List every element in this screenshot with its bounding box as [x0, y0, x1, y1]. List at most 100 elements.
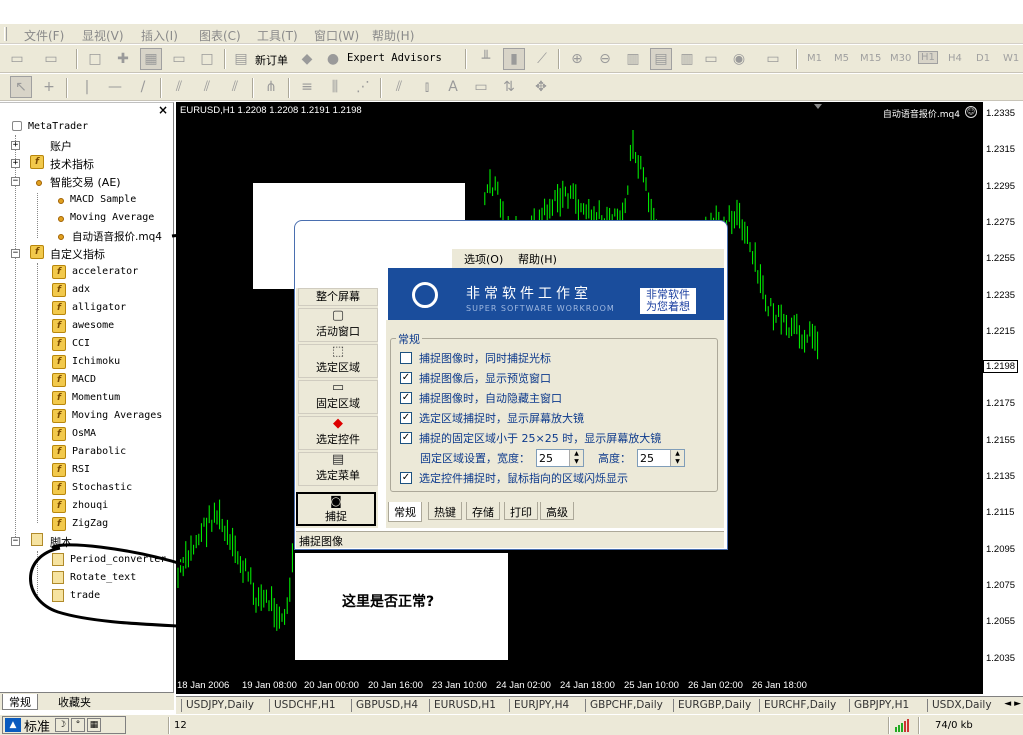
collapse-custom[interactable]: − [11, 249, 20, 258]
tree-expert-item[interactable]: MACD Sample [70, 194, 136, 205]
chart-tab[interactable]: GBPUSD,H4 [356, 699, 418, 711]
spinner-arrows-icon[interactable]: ▲ ▼ [569, 450, 583, 466]
tree-accounts[interactable]: 账户 [50, 138, 72, 154]
pitchfork-icon[interactable]: ⋔ [260, 76, 282, 98]
chart-tab[interactable]: GBPJPY,H1 [854, 699, 909, 711]
vertical-line-icon[interactable]: | [76, 76, 98, 98]
option-control-flash[interactable]: ✓ 选定控件捕捉时，鼠标指向的区域闪烁显示 [400, 470, 628, 486]
text-label-icon[interactable]: ▭ [470, 76, 492, 98]
tree-experts[interactable]: 智能交易 (AE) [50, 174, 121, 190]
new-chart-icon[interactable]: ▭ [6, 48, 28, 70]
fixed-region-button[interactable]: ▭ 固定区域 [298, 380, 378, 414]
tree-scripts[interactable]: 脚本 [50, 534, 72, 550]
tree-expert-item[interactable]: Moving Average [70, 212, 154, 223]
fibo-retracement-icon[interactable]: ≡ [296, 76, 318, 98]
tree-script-item[interactable]: Period_converter [70, 554, 166, 565]
tree-custom-item[interactable]: ZigZag [72, 518, 108, 529]
tree-custom-item[interactable]: OsMA [72, 428, 96, 439]
menu-charts[interactable]: 图表(C) [199, 27, 241, 44]
tree-root[interactable]: MetaTrader [28, 121, 88, 132]
expand-accounts[interactable]: + [11, 141, 20, 150]
bar-chart-icon[interactable]: ╨ [475, 48, 497, 70]
chart-tab[interactable]: GBPCHF,Daily [590, 699, 663, 711]
select-region-button[interactable]: ⬚ 选定区域 [298, 344, 378, 378]
chart-tab[interactable]: EURJPY,H4 [514, 699, 569, 711]
option-row[interactable]: ✓ 捕捉图像后，显示预览窗口 [400, 370, 551, 386]
collapse-scripts[interactable]: − [11, 537, 20, 546]
checkbox[interactable]: ✓ [400, 472, 412, 484]
tf-d1[interactable]: D1 [976, 53, 990, 64]
spinner-arrows-icon[interactable]: ▲ ▼ [670, 450, 684, 466]
fibo-fan-icon[interactable]: ⋰ [352, 76, 374, 98]
stddev-channel-icon[interactable]: ⫽ [224, 76, 246, 98]
tree-custom-item[interactable]: CCI [72, 338, 90, 349]
text-tool-icon[interactable]: A [442, 76, 464, 98]
tab-scroll-arrows[interactable]: ◄ ► [1004, 699, 1021, 709]
tf-m15[interactable]: M15 [860, 53, 881, 64]
ime-logo-icon[interactable]: ▲ [5, 718, 21, 732]
templates-icon[interactable]: ▭ [762, 48, 784, 70]
checkbox[interactable]: ✓ [400, 432, 412, 444]
menu-help[interactable]: 帮助(H) [372, 27, 414, 44]
crosshair-icon[interactable]: + [38, 76, 60, 98]
regression-channel-icon[interactable]: ⫽ [196, 76, 218, 98]
tile-windows-icon[interactable]: ▥ [622, 48, 644, 70]
settings-tab[interactable]: 打印 [504, 502, 538, 520]
capture-button[interactable]: ◙ 捕捉 [296, 492, 376, 526]
moon-icon[interactable]: ☽ [55, 718, 70, 732]
tree-custom-item[interactable]: alligator [72, 302, 126, 313]
menu-tools[interactable]: 工具(T) [257, 27, 298, 44]
tree-custom-item[interactable]: Moving Averages [72, 410, 162, 421]
punctuation-icon[interactable]: ° [71, 718, 86, 732]
gann-line-icon[interactable]: ⫽ [388, 76, 410, 98]
cursor-icon[interactable]: ↖ [10, 76, 32, 98]
tree-script-item[interactable]: trade [70, 590, 100, 601]
menu-view[interactable]: 显视(V) [82, 27, 124, 44]
chart-tab[interactable]: USDCHF,H1 [274, 699, 336, 711]
market-watch-icon[interactable]: □ [84, 48, 106, 70]
navigator-close-button[interactable]: × [158, 103, 168, 117]
zoom-out-icon[interactable]: ⊖ [594, 48, 616, 70]
menu-insert[interactable]: 插入(I) [141, 27, 178, 44]
chart-shift-marker[interactable] [814, 104, 822, 109]
settings-tab[interactable]: 高级 [540, 502, 574, 520]
chart-tab[interactable]: USDX,Daily [932, 699, 992, 711]
cycle-lines-icon[interactable]: ⫾ [416, 76, 438, 98]
menu-file[interactable]: 文件(F) [24, 27, 64, 44]
tree-custom-item[interactable]: MACD [72, 374, 96, 385]
expert-advisors-icon[interactable]: ● [322, 48, 344, 70]
equidistant-channel-icon[interactable]: ⫽ [168, 76, 190, 98]
tree-custom-item[interactable]: Parabolic [72, 446, 126, 457]
checkbox[interactable]: ✓ [400, 372, 412, 384]
collapse-experts[interactable]: − [11, 177, 20, 186]
tree-custom-item[interactable]: adx [72, 284, 90, 295]
chart-shift-icon[interactable]: ▥ [676, 48, 698, 70]
zoom-in-icon[interactable]: ⊕ [566, 48, 588, 70]
horizontal-line-icon[interactable]: — [104, 76, 126, 98]
tree-custom-item[interactable]: Stochastic [72, 482, 132, 493]
tab-favorites[interactable]: 收藏夹 [52, 694, 97, 710]
new-order-button[interactable]: 新订单 [255, 52, 288, 68]
select-control-button[interactable]: ◆ 选定控件 [298, 416, 378, 450]
tree-expert-item[interactable]: 自动语音报价.mq4 [72, 229, 162, 244]
chart-tab[interactable]: EURCHF,Daily [764, 699, 836, 711]
profiles-icon[interactable]: ▭ [40, 48, 62, 70]
tree-indicators[interactable]: 技术指标 [50, 156, 94, 172]
option-row[interactable]: 捕捉图像时，同时捕捉光标 [400, 350, 551, 366]
terminal-icon[interactable]: ▭ [168, 48, 190, 70]
tree-script-item[interactable]: Rotate_text [70, 572, 136, 583]
checkbox[interactable] [400, 352, 412, 364]
expert-advisors-button[interactable]: Expert Advisors [347, 52, 442, 64]
option-row[interactable]: ✓ 选定区域捕捉时，显示屏幕放大镜 [400, 410, 584, 426]
menu-window[interactable]: 窗口(W) [314, 27, 359, 44]
navigator-icon[interactable]: ▦ [140, 48, 162, 70]
new-order-icon[interactable]: ▤ [230, 48, 252, 70]
dialog-menu-options[interactable]: 选项(O) [464, 251, 503, 267]
option-row[interactable]: ✓ 捕捉图像时，自动隐藏主窗口 [400, 390, 562, 406]
option-row[interactable]: ✓ 捕捉的固定区域小于 25×25 时，显示屏幕放大镜 [400, 430, 661, 446]
tree-custom-item[interactable]: Ichimoku [72, 356, 120, 367]
chart-tab[interactable]: USDJPY,Daily [186, 699, 254, 711]
arrows-icon[interactable]: ⇅ [498, 76, 520, 98]
meta-editor-icon[interactable]: ◆ [296, 48, 318, 70]
full-screen-button[interactable]: 整个屏幕 [298, 288, 378, 306]
